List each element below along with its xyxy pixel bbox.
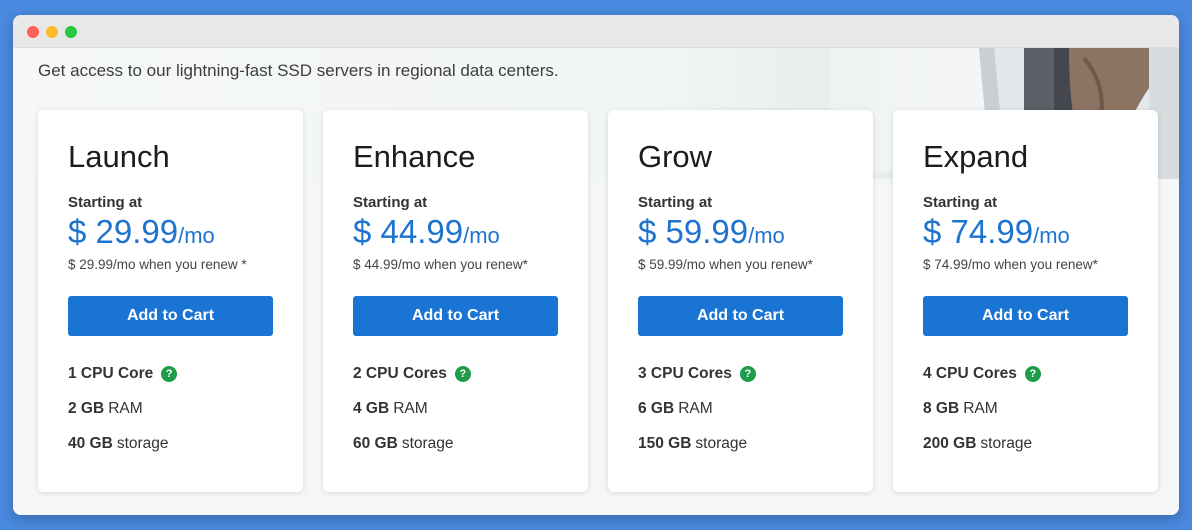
renew-price: $ 74.99/mo when you renew* <box>923 257 1098 272</box>
ram-unit: RAM <box>963 400 998 417</box>
plan-price: $ 29.99/mo <box>68 213 215 251</box>
price-amount: $ 44.99 <box>353 213 464 250</box>
minimize-window-button[interactable] <box>46 26 58 38</box>
cpu-value: 4 CPU Cores <box>923 365 1017 382</box>
window-titlebar <box>13 15 1179 48</box>
ram-unit: RAM <box>108 400 143 417</box>
feature-cpu: 4 CPU Cores ? <box>923 365 1041 383</box>
feature-cpu: 2 CPU Cores ? <box>353 365 471 383</box>
ram-unit: RAM <box>393 400 428 417</box>
feature-storage: 40 GB storage <box>68 435 169 453</box>
price-period: /mo <box>748 223 785 248</box>
price-period: /mo <box>463 223 500 248</box>
renew-price: $ 29.99/mo when you renew * <box>68 257 247 272</box>
storage-unit: storage <box>116 435 169 452</box>
ram-value: 8 GB <box>923 400 960 417</box>
price-period: /mo <box>1033 223 1070 248</box>
add-to-cart-button[interactable]: Add to Cart <box>68 296 273 336</box>
page-content: Get access to our lightning-fast SSD ser… <box>13 48 1179 515</box>
plan-card-expand: Expand Starting at $ 74.99/mo $ 74.99/mo… <box>893 110 1158 492</box>
plan-name: Enhance <box>353 139 476 174</box>
feature-ram: 4 GB RAM <box>353 400 428 418</box>
cpu-value: 2 CPU Cores <box>353 365 447 382</box>
ram-value: 6 GB <box>638 400 675 417</box>
plan-price: $ 59.99/mo <box>638 213 785 251</box>
storage-value: 60 GB <box>353 435 398 452</box>
feature-cpu: 1 CPU Core ? <box>68 365 178 383</box>
ram-value: 4 GB <box>353 400 390 417</box>
ram-value: 2 GB <box>68 400 105 417</box>
renew-price: $ 44.99/mo when you renew* <box>353 257 528 272</box>
price-period: /mo <box>178 223 215 248</box>
price-amount: $ 29.99 <box>68 213 179 250</box>
storage-unit: storage <box>695 435 748 452</box>
plan-name: Expand <box>923 139 1029 174</box>
plan-card-enhance: Enhance Starting at $ 44.99/mo $ 44.99/m… <box>323 110 588 492</box>
feature-storage: 150 GB storage <box>638 435 747 453</box>
help-icon[interactable]: ? <box>1024 366 1041 382</box>
feature-ram: 8 GB RAM <box>923 400 998 418</box>
storage-value: 40 GB <box>68 435 113 452</box>
help-icon[interactable]: ? <box>161 366 178 382</box>
starting-at-label: Starting at <box>923 194 998 211</box>
feature-ram: 6 GB RAM <box>638 400 713 418</box>
storage-value: 200 GB <box>923 435 977 452</box>
feature-storage: 200 GB storage <box>923 435 1032 453</box>
plan-name: Grow <box>638 139 713 174</box>
storage-unit: storage <box>980 435 1033 452</box>
help-icon[interactable]: ? <box>454 366 471 382</box>
pricing-cards: Launch Starting at $ 29.99/mo $ 29.99/mo… <box>38 110 1158 492</box>
cpu-value: 3 CPU Cores <box>638 365 732 382</box>
add-to-cart-button[interactable]: Add to Cart <box>923 296 1128 336</box>
plan-card-launch: Launch Starting at $ 29.99/mo $ 29.99/mo… <box>38 110 303 492</box>
add-to-cart-button[interactable]: Add to Cart <box>353 296 558 336</box>
price-amount: $ 59.99 <box>638 213 749 250</box>
page-subtitle: Get access to our lightning-fast SSD ser… <box>38 61 559 80</box>
feature-storage: 60 GB storage <box>353 435 454 453</box>
starting-at-label: Starting at <box>68 194 143 211</box>
help-icon[interactable]: ? <box>739 366 756 382</box>
storage-value: 150 GB <box>638 435 692 452</box>
feature-cpu: 3 CPU Cores ? <box>638 365 756 383</box>
renew-price: $ 59.99/mo when you renew* <box>638 257 813 272</box>
ram-unit: RAM <box>678 400 713 417</box>
cpu-value: 1 CPU Core <box>68 365 154 382</box>
feature-ram: 2 GB RAM <box>68 400 143 418</box>
plan-name: Launch <box>68 139 170 174</box>
close-window-button[interactable] <box>27 26 39 38</box>
price-amount: $ 74.99 <box>923 213 1034 250</box>
storage-unit: storage <box>401 435 454 452</box>
maximize-window-button[interactable] <box>65 26 77 38</box>
plan-card-grow: Grow Starting at $ 59.99/mo $ 59.99/mo w… <box>608 110 873 492</box>
browser-window: Get access to our lightning-fast SSD ser… <box>13 15 1179 515</box>
plan-price: $ 74.99/mo <box>923 213 1070 251</box>
add-to-cart-button[interactable]: Add to Cart <box>638 296 843 336</box>
plan-price: $ 44.99/mo <box>353 213 500 251</box>
starting-at-label: Starting at <box>638 194 713 211</box>
starting-at-label: Starting at <box>353 194 428 211</box>
